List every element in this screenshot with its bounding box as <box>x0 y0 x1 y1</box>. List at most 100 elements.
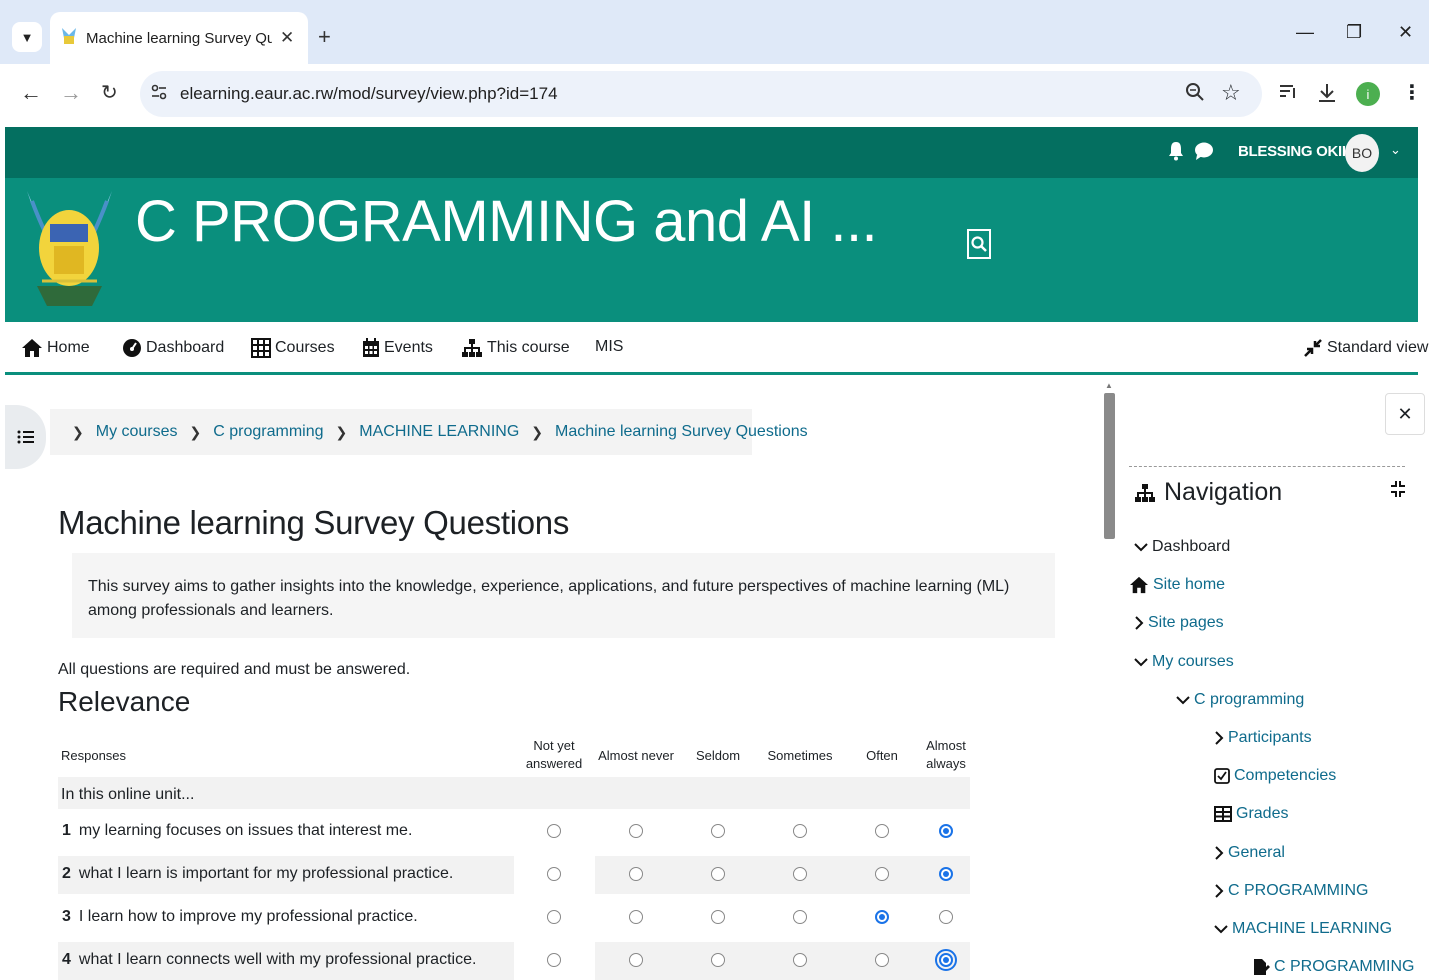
answer-radio[interactable] <box>547 867 561 881</box>
breadcrumb-c-programming[interactable]: C programming <box>213 423 323 441</box>
answer-radio[interactable] <box>939 910 953 924</box>
calendar-icon <box>363 338 379 357</box>
chevron-right-icon <box>1134 616 1144 631</box>
tree-item-label: Site pages <box>1148 614 1224 632</box>
zoom-icon[interactable] <box>1185 82 1205 107</box>
scrollbar-thumb[interactable] <box>1104 393 1115 539</box>
tree-item[interactable]: MACHINE LEARNING <box>1214 920 1392 938</box>
answer-radio[interactable] <box>711 824 725 838</box>
tree-item[interactable]: C programming <box>1176 691 1304 709</box>
page-edit-icon <box>1252 958 1270 976</box>
answer-radio[interactable] <box>939 867 953 881</box>
question-label: my learning focuses on issues that inter… <box>78 822 413 839</box>
site-info-icon[interactable] <box>150 83 168 105</box>
tree-item-label: Dashboard <box>1152 538 1231 555</box>
chevron-right-icon: ❯ <box>72 423 84 440</box>
answer-radio[interactable] <box>629 910 643 924</box>
browser-tab[interactable]: Machine learning Survey Questi ✕ <box>50 12 308 64</box>
answer-radio[interactable] <box>793 867 807 881</box>
group-row <box>58 777 970 809</box>
answer-radio[interactable] <box>629 867 643 881</box>
standard-view-toggle[interactable]: Standard view <box>1303 338 1428 358</box>
browser-menu-icon[interactable]: ⋮ <box>1402 80 1422 105</box>
chevron-right-icon <box>1214 731 1224 745</box>
tree-item-label: Site home <box>1153 576 1226 594</box>
answer-radio[interactable] <box>875 867 889 881</box>
reload-icon[interactable]: ↻ <box>101 80 118 105</box>
nav-mis[interactable]: MIS <box>595 338 623 356</box>
close-drawer-button[interactable]: ✕ <box>1385 393 1425 435</box>
tree-item[interactable]: Participants <box>1214 729 1312 747</box>
answer-radio[interactable] <box>875 910 889 924</box>
tab-search-dropdown[interactable]: ▼ <box>12 22 42 52</box>
user-avatar[interactable]: BO <box>1345 134 1379 172</box>
answer-radio[interactable] <box>547 953 561 967</box>
chevron-right-icon <box>1214 845 1224 860</box>
compress-arrows-icon <box>1304 339 1322 357</box>
download-icon[interactable] <box>1316 82 1338 109</box>
close-window-icon[interactable]: ✕ <box>1398 22 1413 43</box>
tree-item[interactable]: Dashboard <box>1134 538 1230 556</box>
table-row: 2 what I learn is important for my profes… <box>58 856 970 894</box>
answer-radio[interactable] <box>939 824 953 838</box>
tree-item[interactable]: Site pages <box>1134 614 1224 632</box>
answer-radio[interactable] <box>547 910 561 924</box>
reading-list-icon[interactable] <box>1278 82 1298 107</box>
breadcrumb-my-courses[interactable]: My courses <box>96 423 178 441</box>
messages-icon[interactable] <box>1194 141 1214 166</box>
minimize-icon[interactable]: — <box>1296 22 1314 43</box>
search-button[interactable] <box>967 229 991 259</box>
question-label: what I learn connects well with my profe… <box>78 951 477 968</box>
answer-radio[interactable] <box>711 910 725 924</box>
list-icon <box>17 430 34 444</box>
tree-item[interactable]: General <box>1214 844 1285 862</box>
answer-radio[interactable] <box>935 949 957 971</box>
tree-item-label: C programming <box>1194 690 1305 708</box>
profile-avatar[interactable]: i <box>1356 82 1380 106</box>
site-favicon-icon <box>60 26 78 51</box>
course-index-toggle[interactable] <box>5 405 46 469</box>
user-menu-chevron-icon[interactable]: ⌄ <box>1390 142 1401 158</box>
tree-item[interactable]: C PROGRAMMING <box>1214 882 1368 900</box>
scroll-up-arrow-icon[interactable]: ▲ <box>1105 381 1113 390</box>
nav-home[interactable]: Home <box>21 338 90 358</box>
nav-events[interactable]: Events <box>362 338 433 358</box>
answer-radio[interactable] <box>793 953 807 967</box>
new-tab-icon[interactable]: + <box>318 24 331 50</box>
grid-icon <box>251 338 271 358</box>
forward-arrow-icon[interactable]: → <box>60 80 82 106</box>
tree-item[interactable]: Competencies <box>1214 767 1336 785</box>
restore-icon[interactable]: ❐ <box>1346 22 1362 43</box>
answer-radio[interactable] <box>711 867 725 881</box>
tree-item-label: General <box>1228 843 1285 861</box>
answer-radio[interactable] <box>711 953 725 967</box>
question-label: I learn how to improve my professional p… <box>78 908 418 925</box>
notification-bell-icon[interactable] <box>1168 141 1184 166</box>
tree-item[interactable]: Grades <box>1214 805 1288 823</box>
tree-item-label: Grades <box>1236 805 1289 823</box>
breadcrumb-machine-learning[interactable]: MACHINE LEARNING <box>359 423 519 441</box>
search-icon <box>971 236 987 252</box>
nav-dashboard[interactable]: Dashboard <box>122 338 224 358</box>
nav-courses-label: Courses <box>275 339 335 356</box>
answer-radio[interactable] <box>793 824 807 838</box>
close-tab-icon[interactable]: ✕ <box>280 28 294 48</box>
collapse-block-icon[interactable] <box>1390 480 1406 503</box>
tree-item[interactable]: My courses <box>1134 653 1234 671</box>
tree-item[interactable]: C PROGRAMMING <box>1252 958 1414 976</box>
answer-radio[interactable] <box>875 953 889 967</box>
answer-radio[interactable] <box>629 953 643 967</box>
answer-radio[interactable] <box>875 824 889 838</box>
tree-item[interactable]: Site home <box>1129 576 1225 594</box>
bookmark-star-icon[interactable]: ☆ <box>1221 80 1241 106</box>
answer-radio[interactable] <box>547 824 561 838</box>
nav-courses[interactable]: Courses <box>251 338 335 358</box>
nav-this-course[interactable]: This course <box>461 338 570 358</box>
answer-radio[interactable] <box>793 910 807 924</box>
answer-radio[interactable] <box>629 824 643 838</box>
back-arrow-icon[interactable]: ← <box>20 80 42 106</box>
user-name[interactable]: BLESSING OKIKI <box>1238 143 1357 160</box>
required-note: All questions are required and must be a… <box>58 661 411 678</box>
breadcrumb-survey[interactable]: Machine learning Survey Questions <box>555 423 808 441</box>
standard-view-label: Standard view <box>1327 339 1429 356</box>
